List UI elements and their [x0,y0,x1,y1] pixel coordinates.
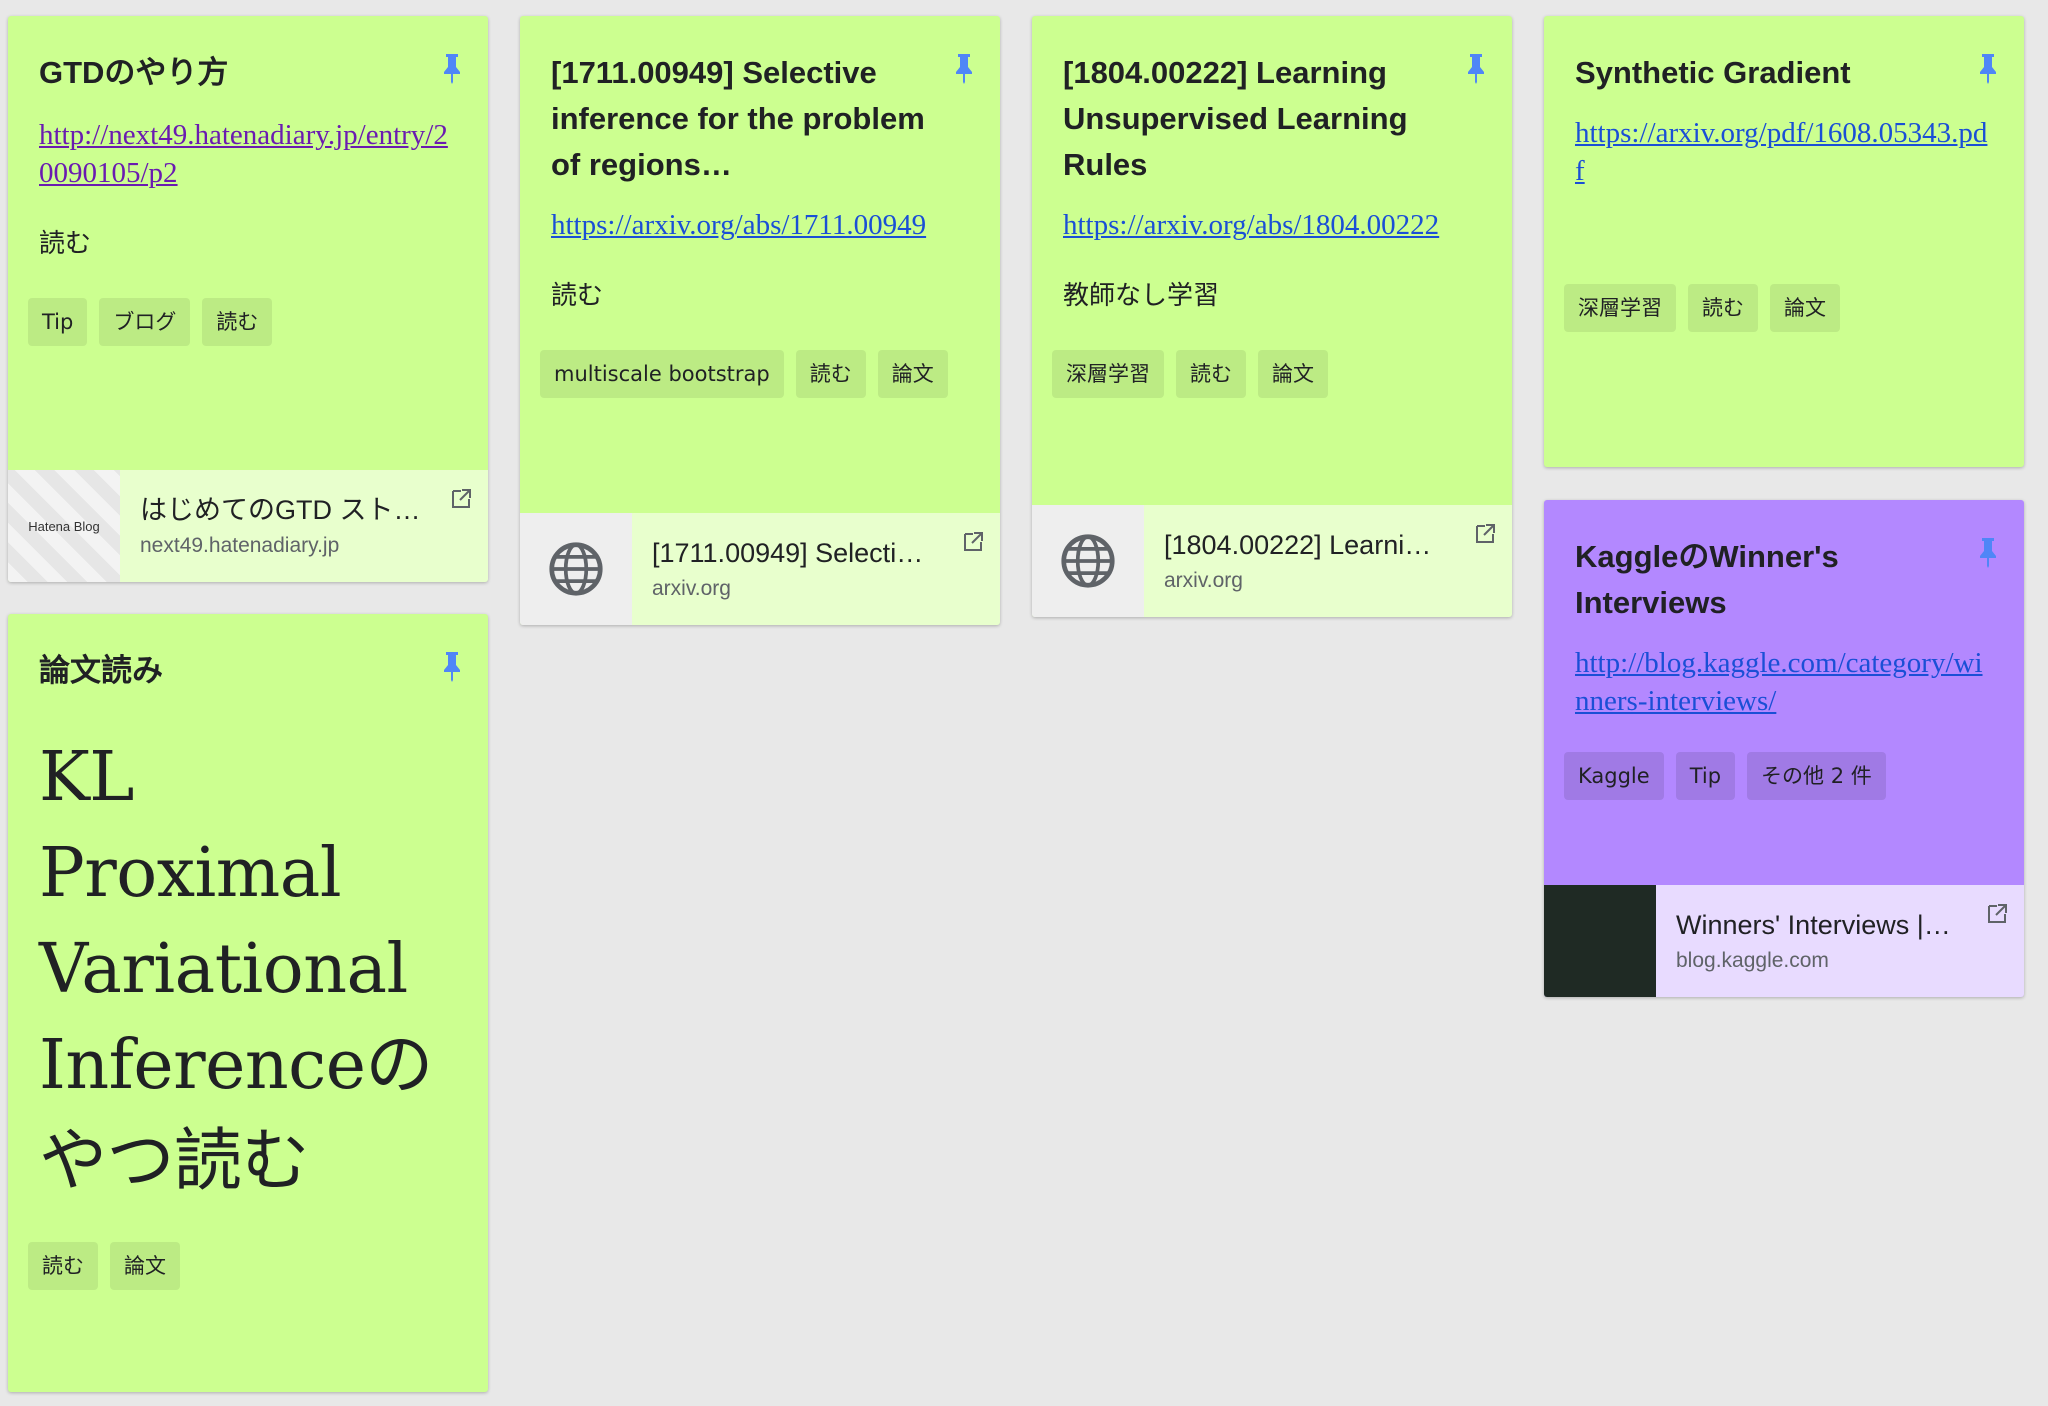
label-chip[interactable]: Kaggle [1564,752,1664,800]
preview-title: はじめてのGTD スト… [140,495,421,525]
note-link[interactable]: http://next49.hatenadiary.jp/entry/20090… [39,116,456,192]
globe-icon [1060,533,1116,589]
label-chip[interactable]: ブログ [99,298,191,346]
link-preview[interactable]: [1711.00949] Selective … arxiv.org [520,513,1000,625]
label-chip[interactable]: 論文 [110,1242,180,1290]
note-title: Synthetic Gradient [1575,55,1851,90]
note-body: KL Proximal Variational Inferenceのやつ読む [39,738,433,1201]
pin-icon[interactable] [952,52,976,84]
preview-domain: next49.hatenadiary.jp [140,534,340,557]
preview-domain: arxiv.org [1164,569,1243,592]
preview-thumbnail [1544,885,1656,997]
note-title: KaggleのWinner's Interviews [1575,539,1839,620]
preview-domain: blog.kaggle.com [1676,949,1829,972]
label-chip[interactable]: 深層学習 [1564,284,1676,332]
label-chip[interactable]: 論文 [877,350,948,398]
label-chip[interactable]: Tip [1675,752,1736,800]
pin-icon[interactable] [1464,52,1488,84]
preview-thumbnail [1032,505,1144,617]
note-body: 教師なし学習 [1063,281,1220,311]
note-card-arxiv-1711[interactable]: [1711.00949] Selective inference for the… [520,16,1000,625]
open-in-new-icon[interactable] [448,486,474,512]
note-link[interactable]: https://arxiv.org/abs/1711.00949 [551,206,968,244]
preview-title: Winners' Interviews | N… [1676,910,1978,940]
open-in-new-icon[interactable] [960,529,986,555]
note-card-arxiv-1804[interactable]: [1804.00222] Learning Unsupervised Learn… [1032,16,1512,617]
note-link[interactable]: https://arxiv.org/pdf/1608.05343.pdf [1575,114,1992,190]
open-in-new-icon[interactable] [1984,901,2010,927]
pin-icon[interactable] [440,650,464,682]
label-chip[interactable]: 深層学習 [1052,350,1164,398]
note-card-paper-reading[interactable]: 論文読み KL Proximal Variational Inferenceのや… [8,614,488,1392]
note-card-synthetic-gradient[interactable]: Synthetic Gradient https://arxiv.org/pdf… [1544,16,2024,467]
label-chip-more[interactable]: その他 2 件 [1747,752,1886,800]
label-chip[interactable]: 読む [1176,350,1246,398]
label-chip[interactable]: 論文 [1258,350,1328,398]
note-title: [1711.00949] Selective inference for the… [551,55,925,182]
label-chip[interactable]: 読む [28,1242,98,1290]
note-title: 論文読み [39,653,163,688]
note-link[interactable]: https://arxiv.org/abs/1804.00222 [1063,206,1480,244]
note-title: GTDのやり方 [39,55,229,90]
globe-icon [548,541,604,597]
label-chip[interactable]: multiscale bootstrap [540,350,784,398]
label-chip[interactable]: 読む [202,298,273,346]
label-chip[interactable]: Tip [28,298,88,346]
note-card-kaggle[interactable]: KaggleのWinner's Interviews http://blog.k… [1544,500,2024,997]
note-body: 読む [39,229,92,259]
pin-icon[interactable] [1976,536,2000,568]
preview-thumbnail [520,513,632,625]
link-preview[interactable]: Winners' Interviews | N… blog.kaggle.com [1544,885,2024,997]
pin-icon[interactable] [440,52,464,84]
open-in-new-icon[interactable] [1472,521,1498,547]
link-preview[interactable]: Hatena Blog はじめてのGTD スト… next49.hatenadi… [8,470,488,582]
label-chip[interactable]: 読む [795,350,866,398]
note-body: 読む [551,281,604,311]
link-preview[interactable]: [1804.00222] Learning … arxiv.org [1032,505,1512,617]
label-chip[interactable]: 論文 [1770,284,1840,332]
note-link[interactable]: http://blog.kaggle.com/category/winners-… [1575,644,1992,720]
pin-icon[interactable] [1976,52,2000,84]
preview-title: [1711.00949] Selective … [652,538,960,568]
note-title: [1804.00222] Learning Unsupervised Learn… [1063,55,1408,182]
thumb-logo-text: Hatena Blog [28,518,100,534]
note-card-gtd[interactable]: GTDのやり方 http://next49.hatenadiary.jp/ent… [8,16,488,582]
preview-domain: arxiv.org [652,577,731,600]
preview-title: [1804.00222] Learning … [1164,530,1469,560]
label-chip[interactable]: 読む [1688,284,1758,332]
preview-thumbnail: Hatena Blog [8,470,120,582]
